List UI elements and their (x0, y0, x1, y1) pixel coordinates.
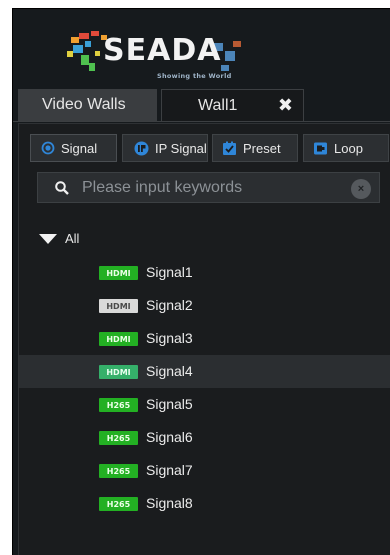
subtab-preset[interactable]: Preset (212, 134, 298, 162)
subtab-signal[interactable]: Signal (30, 134, 117, 162)
h265-badge: H265 (99, 398, 138, 412)
tree-root-all[interactable]: All (39, 231, 79, 246)
signal-row-8[interactable]: H265 Signal8 (19, 487, 390, 520)
signal-label: Signal3 (146, 330, 193, 346)
collapse-triangle-icon[interactable] (39, 233, 57, 244)
tree-root-label: All (65, 231, 80, 246)
ip-icon (134, 141, 149, 156)
search-box: × (37, 172, 380, 203)
signal-label: Signal8 (146, 495, 193, 511)
h265-badge: H265 (99, 431, 138, 445)
hdmi-badge: HDMI (99, 332, 138, 346)
radio-icon (41, 141, 55, 155)
loop-icon (313, 141, 328, 156)
signal-row-5[interactable]: H265 Signal5 (19, 388, 390, 421)
tabs-divider (13, 121, 390, 122)
signal-row-3[interactable]: HDMI Signal3 (19, 322, 390, 355)
signal-label: Signal1 (146, 264, 193, 280)
seada-logo: SEADA Showing the World (61, 27, 251, 85)
logo-text: SEADA (103, 33, 222, 68)
signal-row-2[interactable]: HDMI Signal2 (19, 289, 390, 322)
signal-label: Signal7 (146, 462, 193, 478)
signal-row-1[interactable]: HDMI Signal1 (19, 256, 390, 289)
wall-tabs: Video Walls Wall1 ✖ (18, 89, 390, 121)
tab-label: Wall1 (198, 96, 238, 114)
app-window: SEADA Showing the World Video Walls Wall… (12, 8, 390, 555)
signal-label: Signal5 (146, 396, 193, 412)
signal-row-6[interactable]: H265 Signal6 (19, 421, 390, 454)
subtab-label: Signal (61, 140, 98, 156)
hdmi-badge: HDMI (99, 365, 138, 379)
logo-tagline: Showing the World (157, 72, 232, 80)
tab-label: Video Walls (42, 96, 126, 113)
h265-badge: H265 (99, 497, 138, 511)
close-icon[interactable]: ✖ (278, 95, 293, 116)
subtab-label: Preset (243, 140, 281, 156)
subtab-ip-signal[interactable]: IP Signal (122, 134, 208, 162)
hdmi-badge: HDMI (99, 266, 138, 280)
search-input[interactable] (82, 178, 332, 197)
tab-wall1[interactable]: Wall1 ✖ (161, 89, 304, 121)
subtab-loop[interactable]: Loop (303, 134, 389, 162)
subtab-label: Loop (334, 140, 363, 156)
tab-video-walls[interactable]: Video Walls (18, 89, 157, 121)
search-icon (52, 180, 72, 196)
signal-row-7[interactable]: H265 Signal7 (19, 454, 390, 487)
subtab-label: IP Signal (155, 140, 207, 156)
signal-label: Signal2 (146, 297, 193, 313)
h265-badge: H265 (99, 464, 138, 478)
signal-row-4[interactable]: HDMI Signal4 (19, 355, 390, 388)
clear-search-icon[interactable]: × (351, 179, 371, 199)
signal-label: Signal6 (146, 429, 193, 445)
preset-checkbox-icon (222, 141, 237, 156)
signal-label: Signal4 (146, 363, 193, 379)
signal-panel: Signal IP Signal Preset Loop Please inpu… (18, 123, 390, 555)
signal-list: HDMI Signal1 HDMI Signal2 HDMI Signal3 H… (19, 256, 390, 520)
hdmi-badge: HDMI (99, 299, 138, 313)
